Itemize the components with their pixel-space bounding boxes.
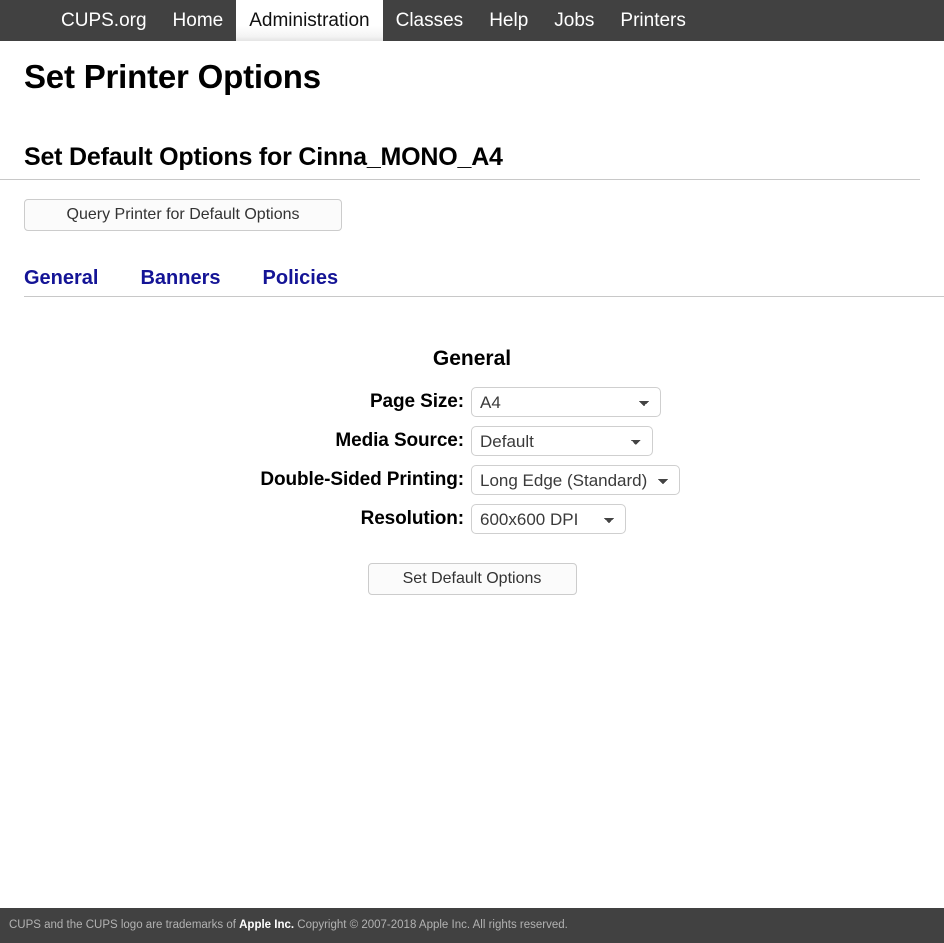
tab-general[interactable]: General <box>24 267 140 290</box>
page-size-select[interactable]: A4 <box>471 387 661 417</box>
footer-text: CUPS and the CUPS logo are trademarks of… <box>9 918 568 932</box>
media-source-select[interactable]: Default <box>471 426 653 456</box>
page-size-label: Page Size: <box>369 391 464 412</box>
footer-bar: CUPS and the CUPS logo are trademarks of… <box>0 908 944 943</box>
query-printer-for-default-options-button[interactable]: Query Printer for Default Options <box>24 199 342 231</box>
resolution-label: Resolution: <box>360 508 465 529</box>
footer-text-after: Copyright © 2007-2018 Apple Inc. All rig… <box>294 918 568 931</box>
query-button-row: Query Printer for Default Options <box>0 180 944 231</box>
top-navigation-bar: CUPS.org Home Administration Classes Hel… <box>0 0 944 41</box>
options-form: General Page Size: A4 Media Source: Defa… <box>0 297 944 595</box>
section-heading: Set Default Options for Cinna_MONO_A4 <box>0 96 920 180</box>
option-row-double-sided-printing: Double-Sided Printing: Long Edge (Standa… <box>0 465 944 495</box>
option-row-resolution: Resolution: 600x600 DPI <box>0 504 944 534</box>
nav-item-home[interactable]: Home <box>160 0 237 41</box>
resolution-select[interactable]: 600x600 DPI <box>471 504 626 534</box>
tab-policies[interactable]: Policies <box>263 267 381 290</box>
apple-inc-link[interactable]: Apple Inc. <box>239 919 294 931</box>
option-tabs: General Banners Policies <box>24 267 944 297</box>
set-default-options-button[interactable]: Set Default Options <box>367 563 577 595</box>
nav-item-cups-org[interactable]: CUPS.org <box>48 0 160 41</box>
option-row-page-size: Page Size: A4 <box>0 387 944 417</box>
nav-item-administration[interactable]: Administration <box>236 0 383 41</box>
submit-row: Set Default Options <box>0 563 944 595</box>
tab-banners[interactable]: Banners <box>140 267 262 290</box>
nav-item-jobs[interactable]: Jobs <box>541 0 607 41</box>
nav-item-classes[interactable]: Classes <box>383 0 477 41</box>
form-title: General <box>432 347 512 370</box>
page-content: Set Printer Options Set Default Options … <box>0 41 944 595</box>
double-sided-printing-label: Double-Sided Printing: <box>260 469 464 490</box>
page-title: Set Printer Options <box>24 58 321 95</box>
nav-item-help[interactable]: Help <box>476 0 541 41</box>
nav-item-printers[interactable]: Printers <box>607 0 698 41</box>
footer-text-before: CUPS and the CUPS logo are trademarks of <box>9 918 240 931</box>
media-source-label: Media Source: <box>335 430 464 451</box>
double-sided-printing-select[interactable]: Long Edge (Standard) <box>471 465 680 495</box>
option-row-media-source: Media Source: Default <box>0 426 944 456</box>
